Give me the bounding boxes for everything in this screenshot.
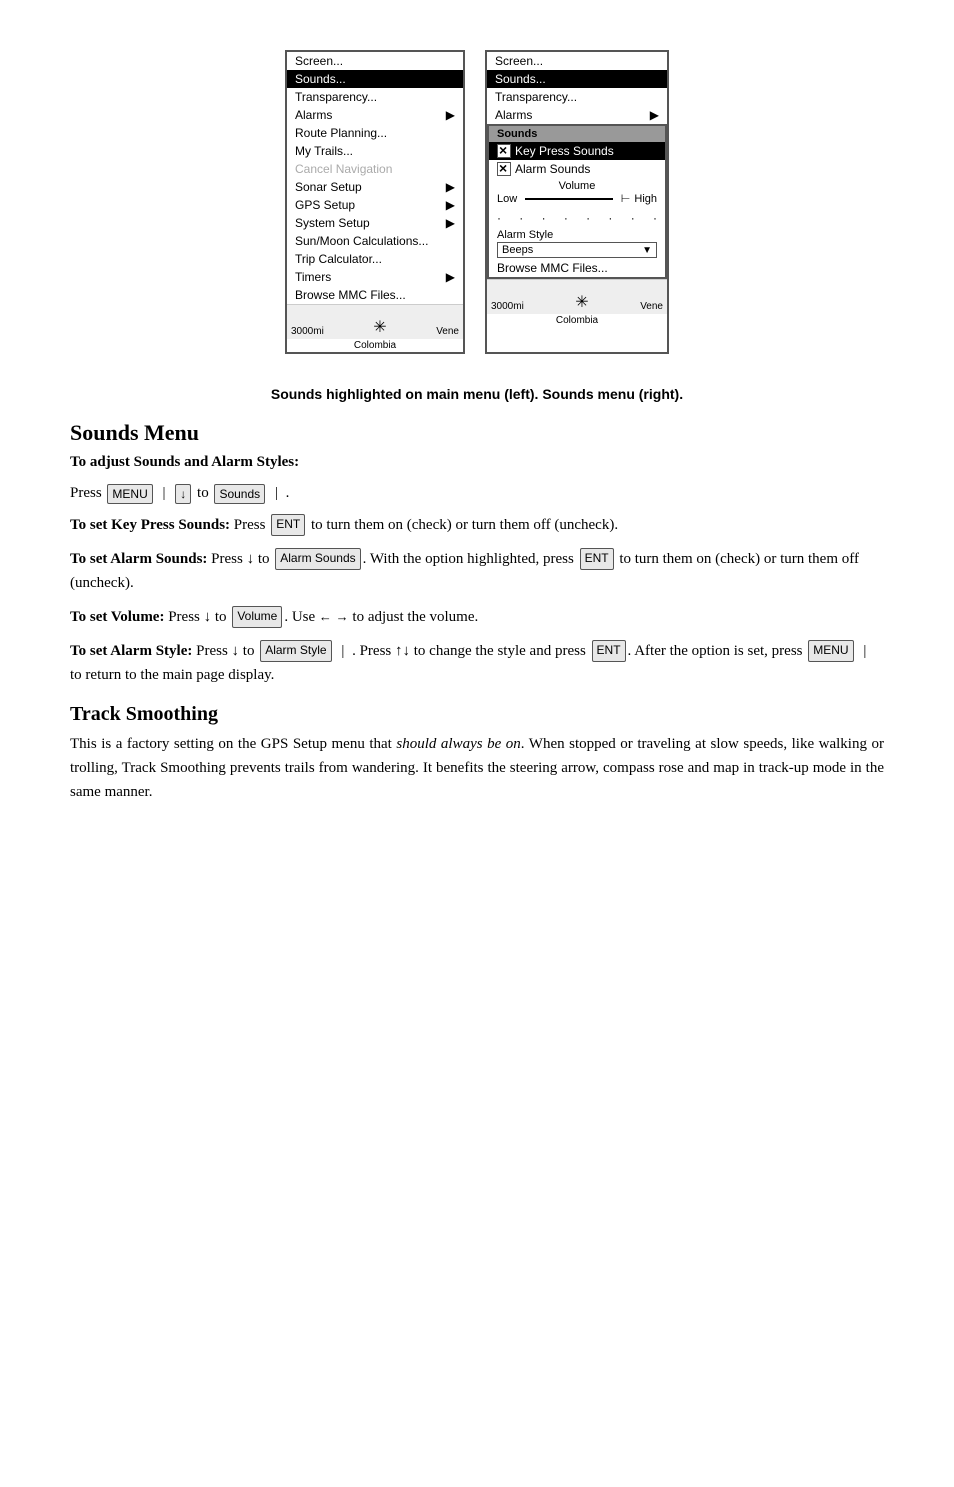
left-menu-panel: Screen... Sounds... Transparency... Alar…	[285, 50, 465, 354]
track-smoothing-body: This is a factory setting on the GPS Set…	[70, 732, 884, 804]
pipe3: |	[341, 643, 344, 659]
arrow-icon-5: ▶	[446, 270, 455, 284]
menu-item-sonar: Sonar Setup ▶	[287, 178, 463, 196]
key-press-sounds-bold: To set Key Press Sounds:	[70, 517, 230, 533]
dot3: ·	[542, 211, 546, 225]
arrow-icon-6: ▶	[650, 108, 659, 122]
main-content: Sounds Menu To adjust Sounds and Alarm S…	[60, 420, 894, 804]
alarm-sounds-bold: To set Alarm Sounds:	[70, 551, 207, 567]
arrow-icon-4: ▶	[446, 216, 455, 230]
volume-instruction: To set Volume: Press ↓ to Volume. Use ← …	[70, 605, 884, 629]
pipe4: |	[863, 643, 866, 659]
menu-item-trip: Trip Calculator...	[287, 250, 463, 268]
alarm-sounds-label: Alarm Sounds	[515, 162, 590, 176]
right-map-country: Colombia	[487, 314, 667, 327]
enter-key-3: ENT	[592, 640, 626, 661]
right-compass: ✳	[575, 292, 588, 312]
track-smoothing-emphasis: should always be on	[396, 736, 520, 752]
submenu-header: Sounds	[489, 126, 665, 142]
menu-item-trails: My Trails...	[287, 142, 463, 160]
key-press-sounds-item: Key Press Sounds	[489, 142, 665, 160]
dot8: ·	[653, 211, 657, 225]
sounds-key: Sounds	[214, 484, 265, 504]
right-arrow-icon: →	[336, 609, 349, 624]
alarm-style-select: Beeps ▼	[497, 242, 657, 258]
right-menu-panel: Screen... Sounds... Transparency... Alar…	[485, 50, 669, 354]
alarm-style-bold: To set Alarm Style:	[70, 643, 192, 659]
alarm-sounds-key: Alarm Sounds	[275, 548, 360, 569]
key-press-sounds-instruction: To set Key Press Sounds: Press ENT to tu…	[70, 513, 884, 537]
alarm-sounds-instruction: To set Alarm Sounds: Press ↓ to Alarm So…	[70, 547, 884, 595]
sounds-menu-subheading: To adjust Sounds and Alarm Styles:	[70, 450, 884, 474]
alarm-style-value: Beeps	[502, 244, 533, 256]
dot5: ·	[586, 211, 590, 225]
sounds-menu-heading: Sounds Menu	[70, 420, 884, 446]
menu-item-browse: Browse MMC Files...	[287, 286, 463, 304]
dot4: ·	[564, 211, 568, 225]
menu-item-cancel-nav: Cancel Navigation	[287, 160, 463, 178]
menu-item-route: Route Planning...	[287, 124, 463, 142]
left-map-country: Colombia	[287, 339, 463, 352]
sounds-submenu: Sounds Key Press Sounds Alarm Sounds Vol…	[487, 124, 667, 279]
right-menu-item-screen: Screen...	[487, 52, 667, 70]
track-smoothing-heading: Track Smoothing	[70, 703, 884, 726]
pipe2: |	[275, 485, 278, 501]
dot1: ·	[497, 211, 501, 225]
volume-low-label: Low	[497, 193, 517, 205]
menu-item-timers: Timers ▶	[287, 268, 463, 286]
volume-divider: ⊢	[621, 192, 631, 205]
alarm-style-key: Alarm Style	[260, 640, 331, 661]
arrow-icon-3: ▶	[446, 198, 455, 212]
alarm-sounds-item: Alarm Sounds	[489, 160, 665, 178]
dot2: ·	[519, 211, 523, 225]
right-map-footer: 3000mi ✳ Vene	[487, 279, 667, 314]
enter-key-2: ENT	[580, 548, 614, 569]
volume-key: Volume	[232, 606, 282, 627]
left-map-region: Vene	[436, 326, 459, 337]
volume-slider-track	[525, 198, 613, 200]
menu-item-transparency: Transparency...	[287, 88, 463, 106]
right-menu-item-transparency: Transparency...	[487, 88, 667, 106]
menu-item-sunmoon: Sun/Moon Calculations...	[287, 232, 463, 250]
adjust-instruction: Press MENU | ↓ to Sounds | .	[70, 482, 884, 505]
alarm-sounds-checkbox	[497, 162, 511, 176]
alarm-style-instruction: To set Alarm Style: Press ↓ to Alarm Sty…	[70, 639, 884, 687]
alarm-style-section: Alarm Style	[489, 227, 665, 241]
right-map-scale: 3000mi	[491, 301, 524, 312]
right-map-region: Vene	[640, 301, 663, 312]
left-arrow-icon: ←	[319, 609, 332, 624]
arrow-icon: ▶	[446, 108, 455, 122]
slider-dots: · · · · · · · ·	[489, 209, 665, 227]
menu-item-alarms: Alarms ▶	[287, 106, 463, 124]
browse-mmc-item: Browse MMC Files...	[489, 259, 665, 277]
volume-slider-row: Low ⊢ High	[489, 192, 665, 209]
screenshot-caption: Sounds highlighted on main menu (left). …	[60, 386, 894, 402]
menu-key-2: MENU	[808, 640, 853, 661]
menu-item-system: System Setup ▶	[287, 214, 463, 232]
select-dropdown-arrow: ▼	[642, 245, 652, 256]
right-menu-item-alarms: Alarms ▶	[487, 106, 667, 124]
dot6: ·	[608, 211, 612, 225]
dot7: ·	[631, 211, 635, 225]
down-key: ↓	[175, 484, 191, 504]
enter-key: ENT	[271, 514, 305, 535]
volume-high-label: High	[634, 193, 657, 205]
key-press-label: Key Press Sounds	[515, 144, 614, 158]
arrow-icon-2: ▶	[446, 180, 455, 194]
pipe1: |	[163, 485, 166, 501]
volume-label: Volume	[489, 178, 665, 192]
menu-key: MENU	[107, 484, 152, 504]
left-map-footer: 3000mi ✳ Vene	[287, 304, 463, 339]
volume-bold: To set Volume:	[70, 609, 164, 625]
menu-item-gps: GPS Setup ▶	[287, 196, 463, 214]
menu-item-screen: Screen...	[287, 52, 463, 70]
right-menu-item-sounds: Sounds...	[487, 70, 667, 88]
menu-item-sounds: Sounds...	[287, 70, 463, 88]
left-map-scale: 3000mi	[291, 326, 324, 337]
key-press-checkbox	[497, 144, 511, 158]
left-compass: ✳	[373, 317, 386, 337]
screenshot-area: Screen... Sounds... Transparency... Alar…	[60, 30, 894, 374]
